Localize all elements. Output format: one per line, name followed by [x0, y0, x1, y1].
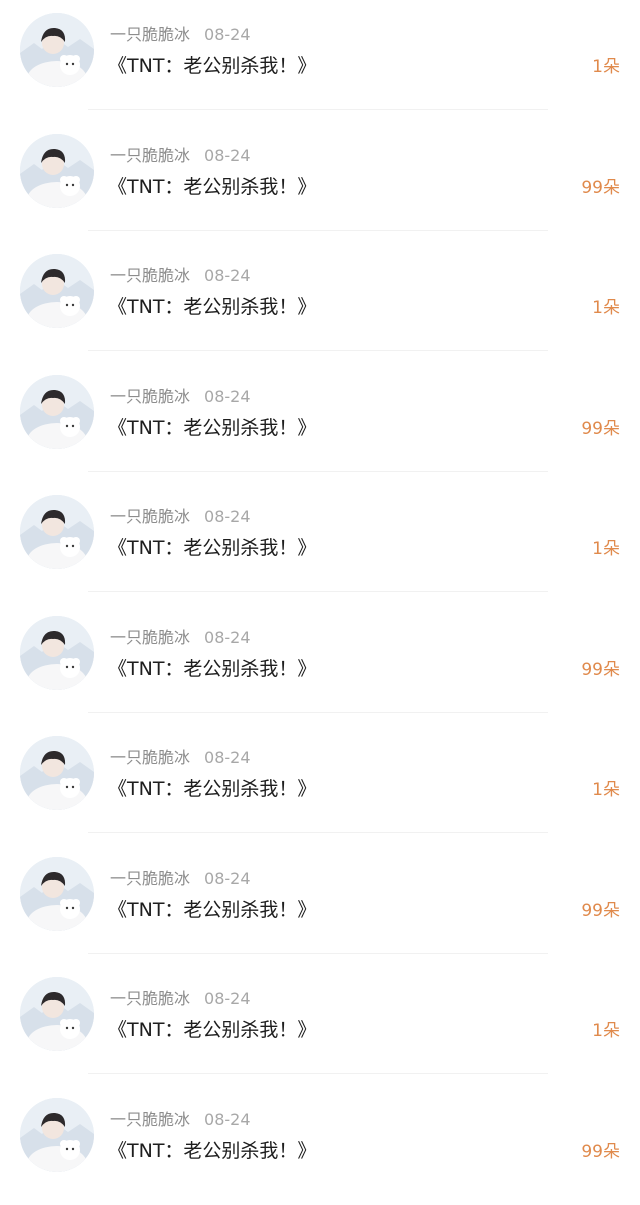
gift-count: 99朵: [581, 900, 620, 921]
avatar-photo-icon: [20, 615, 94, 690]
divider: [88, 229, 548, 231]
book-title[interactable]: 《TNT：老公别杀我！》: [108, 775, 316, 803]
date: 08-24: [204, 386, 251, 406]
nickname[interactable]: 一只脆脆冰: [110, 748, 190, 767]
book-title[interactable]: 《TNT：老公别杀我！》: [108, 414, 316, 442]
book-title[interactable]: 《TNT：老公别杀我！》: [108, 1137, 316, 1165]
nickname[interactable]: 一只脆脆冰: [110, 146, 190, 165]
list-item[interactable]: 一只脆脆冰 08-24 《TNT：老公别杀我！》 1朵: [0, 241, 640, 361]
divider: [88, 350, 548, 351]
avatar-photo-icon: [20, 374, 94, 449]
item-meta: 一只脆脆冰 08-24: [110, 867, 251, 891]
divider: [88, 952, 548, 954]
item-meta: 一只脆脆冰 08-24: [110, 746, 251, 770]
nickname[interactable]: 一只脆脆冰: [110, 628, 190, 647]
avatar-photo-icon: [20, 133, 94, 208]
nickname[interactable]: 一只脆脆冰: [110, 387, 190, 406]
list-item[interactable]: 一只脆脆冰 08-24 《TNT：老公别杀我！》 99朵: [0, 362, 640, 482]
avatar-photo-icon: [20, 495, 94, 569]
date: 08-24: [204, 266, 251, 285]
gift-count: 1朵: [592, 298, 620, 318]
avatar-photo-icon: [20, 856, 94, 931]
item-meta: 一只脆脆冰 08-24: [110, 385, 251, 409]
book-title[interactable]: 《TNT：老公别杀我！》: [108, 293, 316, 321]
avatar-photo-icon: [20, 13, 94, 87]
list-item[interactable]: 一只脆脆冰 08-24 《TNT：老公别杀我！》 99朵: [0, 121, 640, 241]
avatar-photo-icon: [20, 977, 94, 1051]
nickname[interactable]: 一只脆脆冰: [110, 266, 190, 285]
date: 08-24: [204, 627, 251, 647]
avatar[interactable]: [20, 254, 94, 328]
avatar[interactable]: [20, 736, 94, 810]
divider: [88, 711, 548, 713]
gift-count: 99朵: [581, 418, 620, 439]
list-item[interactable]: 一只脆脆冰 08-24 《TNT：老公别杀我！》 99朵: [0, 1085, 640, 1205]
list-item[interactable]: 一只脆脆冰 08-24 《TNT：老公别杀我！》 1朵: [0, 0, 640, 120]
avatar[interactable]: [20, 13, 94, 87]
divider: [88, 832, 548, 833]
avatar[interactable]: [20, 374, 94, 449]
item-meta: 一只脆脆冰 08-24: [110, 1108, 251, 1132]
avatar[interactable]: [20, 133, 94, 208]
nickname[interactable]: 一只脆脆冰: [110, 989, 190, 1008]
nickname[interactable]: 一只脆脆冰: [110, 25, 190, 44]
book-title[interactable]: 《TNT：老公别杀我！》: [108, 1016, 316, 1044]
list-item[interactable]: 一只脆脆冰 08-24 《TNT：老公别杀我！》 99朵: [0, 603, 640, 723]
book-title[interactable]: 《TNT：老公别杀我！》: [108, 534, 316, 562]
item-meta: 一只脆脆冰 08-24: [110, 23, 251, 47]
date: 08-24: [204, 507, 251, 526]
item-meta: 一只脆脆冰 08-24: [110, 505, 251, 529]
avatar-photo-icon: [20, 254, 94, 328]
divider: [88, 591, 548, 592]
nickname[interactable]: 一只脆脆冰: [110, 507, 190, 526]
date: 08-24: [204, 748, 251, 767]
avatar-photo-icon: [20, 736, 94, 810]
avatar[interactable]: [20, 977, 94, 1051]
nickname[interactable]: 一只脆脆冰: [110, 1110, 190, 1129]
divider: [88, 470, 548, 472]
date: 08-24: [204, 1109, 251, 1129]
gift-count: 1朵: [592, 1021, 620, 1041]
list-item[interactable]: 一只脆脆冰 08-24 《TNT：老公别杀我！》 1朵: [0, 482, 640, 602]
gift-count: 99朵: [581, 177, 620, 198]
item-meta: 一只脆脆冰 08-24: [110, 987, 251, 1011]
date: 08-24: [204, 145, 251, 165]
avatar[interactable]: [20, 856, 94, 931]
date: 08-24: [204, 25, 251, 44]
gift-count: 99朵: [581, 659, 620, 680]
book-title[interactable]: 《TNT：老公别杀我！》: [108, 173, 316, 201]
list-item[interactable]: 一只脆脆冰 08-24 《TNT：老公别杀我！》 1朵: [0, 964, 640, 1084]
divider: [88, 109, 548, 110]
avatar[interactable]: [20, 1097, 94, 1172]
book-title[interactable]: 《TNT：老公别杀我！》: [108, 52, 316, 80]
list-item[interactable]: 一只脆脆冰 08-24 《TNT：老公别杀我！》 99朵: [0, 844, 640, 964]
avatar[interactable]: [20, 615, 94, 690]
avatar-photo-icon: [20, 1097, 94, 1172]
date: 08-24: [204, 989, 251, 1008]
item-meta: 一只脆脆冰 08-24: [110, 264, 251, 288]
book-title[interactable]: 《TNT：老公别杀我！》: [108, 655, 316, 683]
book-title[interactable]: 《TNT：老公别杀我！》: [108, 896, 316, 924]
date: 08-24: [204, 868, 251, 888]
gift-count: 1朵: [592, 57, 620, 77]
nickname[interactable]: 一只脆脆冰: [110, 869, 190, 888]
gift-count: 1朵: [592, 780, 620, 800]
avatar[interactable]: [20, 495, 94, 569]
item-meta: 一只脆脆冰 08-24: [110, 626, 251, 650]
list-item[interactable]: 一只脆脆冰 08-24 《TNT：老公别杀我！》 1朵: [0, 723, 640, 843]
item-meta: 一只脆脆冰 08-24: [110, 144, 251, 168]
gift-count: 99朵: [581, 1141, 620, 1162]
gift-count: 1朵: [592, 539, 620, 559]
divider: [88, 1073, 548, 1074]
